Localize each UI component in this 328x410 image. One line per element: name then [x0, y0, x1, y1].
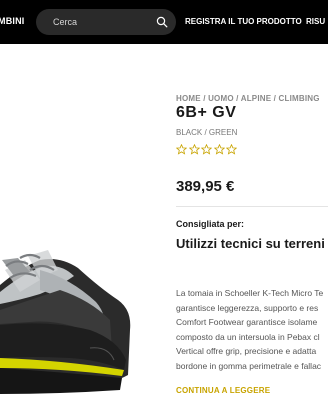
- description-line: garantisce leggerezza, supporto e res: [176, 302, 319, 313]
- star-outline-icon: [188, 144, 200, 155]
- star-outline-icon: [201, 144, 212, 155]
- search-icon[interactable]: [156, 16, 168, 28]
- nav-link-bambini[interactable]: MBINI: [0, 16, 25, 26]
- description-line: bordone in gomma perimetrale e fallac: [176, 360, 322, 371]
- recommended-use: Utilizzi tecnici su terreni: [176, 236, 325, 251]
- description-line: Comfort Footwear garantisce isolame: [176, 317, 318, 327]
- breadcrumb[interactable]: HOME / UOMO / ALPINE / CLIMBING: [176, 94, 320, 103]
- top-navigation-bar: MBINI REGISTRA IL TUO PRODOTTO RISU: [0, 0, 328, 44]
- product-description: La tomaia in Schoeller K-Tech Micro Te g…: [176, 286, 328, 373]
- rating-stars[interactable]: [176, 144, 239, 158]
- recommended-label: Consigliata per:: [176, 219, 245, 229]
- product-image[interactable]: [0, 230, 175, 410]
- star-outline-icon: [213, 144, 225, 155]
- register-product-link[interactable]: REGISTRA IL TUO PRODOTTO: [185, 17, 302, 26]
- search-input[interactable]: [53, 16, 153, 28]
- product-price: 389,95 €: [176, 178, 235, 195]
- description-line: Vertical offre grip, precisione e adatta: [176, 346, 317, 356]
- description-line: composto da un intersuola in Pebax cl: [176, 331, 320, 342]
- product-color: BLACK / GREEN: [176, 128, 238, 137]
- search-box: [36, 9, 176, 35]
- divider: [176, 206, 328, 207]
- nav-link-risuolatura[interactable]: RISU: [306, 17, 325, 26]
- description-line: La tomaia in Schoeller K-Tech Micro Te: [176, 288, 324, 298]
- star-outline-icon: [176, 144, 187, 155]
- product-title: 6B+ GV: [176, 104, 237, 121]
- read-more-link[interactable]: CONTINUA A LEGGERE: [176, 386, 270, 395]
- star-outline-icon: [226, 144, 237, 155]
